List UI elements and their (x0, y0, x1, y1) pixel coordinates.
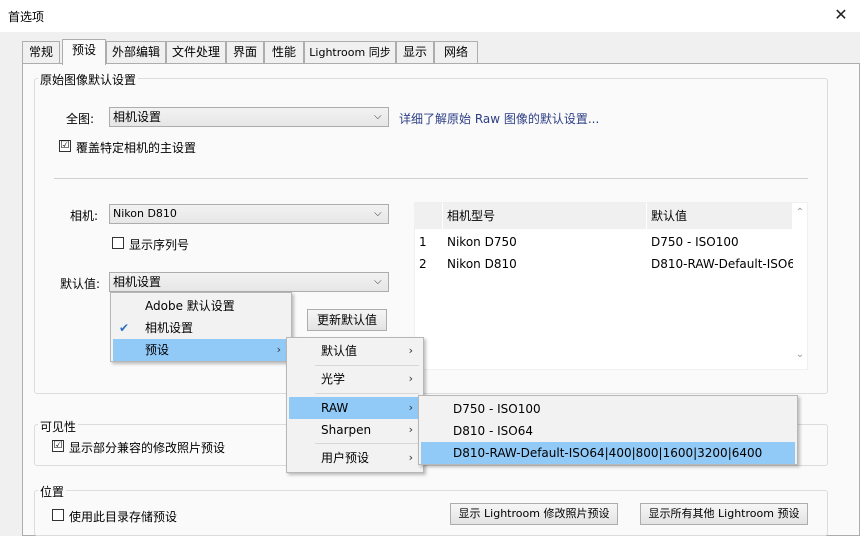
raw-preset-item[interactable]: D810 - ISO64 (421, 420, 795, 442)
visibility-group-label: 可见性 (38, 418, 79, 435)
partial-compat-label: 显示部分兼容的修改照片预设 (69, 441, 226, 455)
submenu-item-raw[interactable]: RAW › (289, 397, 421, 419)
chevron-right-icon: › (408, 401, 413, 414)
show-other-presets-button[interactable]: 显示所有其他 Lightroom 预设 (640, 503, 808, 525)
camera-label: 相机: (70, 209, 99, 223)
chevron-right-icon: › (408, 423, 413, 436)
presets-submenu: 默认值 › 光学 › RAW › Sharpen › 用户预设 › (286, 337, 424, 473)
chevron-right-icon: › (408, 451, 413, 464)
scroll-up-icon[interactable]: ⌃ (793, 207, 807, 218)
title-bar: 首选项 ✕ (0, 0, 860, 32)
update-defaults-button[interactable]: 更新默认值 (307, 309, 387, 331)
submenu-item-sharpen[interactable]: Sharpen › (289, 419, 421, 441)
tab-network[interactable]: 网络 (434, 41, 478, 63)
camera-dropdown[interactable]: Nikon D810 ⌵ (109, 204, 389, 224)
camera-defaults-table: 相机型号 默认值 1 Nikon D750 D750 - ISO100 2 Ni… (414, 202, 808, 370)
chevron-down-icon: ⌵ (374, 276, 382, 287)
store-with-catalog-checkbox[interactable] (52, 509, 64, 521)
checkmark-icon: ✔ (119, 321, 130, 335)
raw-submenu: D750 - ISO100 D810 - ISO64 D810-RAW-Defa… (418, 395, 798, 465)
menu-item-label: 相机设置 (145, 321, 194, 335)
global-label: 全图: (66, 112, 95, 126)
default-value-menu: Adobe 默认设置 ✔ 相机设置 预设 › (110, 292, 292, 362)
raw-preset-item[interactable]: D810-RAW-Default-ISO64|400|800|1600|3200… (421, 442, 795, 464)
menu-item-label: D810-RAW-Default-ISO64|400|800|1600|3200… (453, 446, 763, 460)
row-index: 2 (419, 257, 427, 271)
chevron-down-icon: ⌵ (374, 111, 382, 122)
menu-item-label: D810 - ISO64 (453, 424, 533, 438)
camera-dropdown-value: Nikon D810 (113, 207, 177, 220)
tab-performance[interactable]: 性能 (264, 41, 304, 63)
table-cell-default[interactable]: D810-RAW-Default-ISO64|400|800|1600|3200… (651, 253, 793, 275)
submenu-item-defaults[interactable]: 默认值 › (289, 340, 421, 362)
chevron-right-icon: › (408, 372, 413, 385)
partial-compat-checkbox[interactable]: ☑ (52, 440, 64, 452)
override-checkbox-label: 覆盖特定相机的主设置 (76, 141, 197, 155)
menu-item-label: Sharpen (321, 423, 372, 437)
menu-item-adobe-default[interactable]: Adobe 默认设置 (113, 295, 289, 317)
scroll-down-icon[interactable]: ⌄ (793, 349, 807, 360)
global-dropdown[interactable]: 相机设置 ⌵ (109, 107, 389, 127)
show-develop-presets-button[interactable]: 显示 Lightroom 修改照片预设 (450, 503, 618, 525)
menu-item-label: RAW (321, 401, 349, 415)
tab-file-handling[interactable]: 文件处理 (166, 41, 226, 63)
menu-item-label: 预设 (145, 343, 170, 357)
table-cell-default[interactable]: D750 - ISO100 (651, 231, 793, 253)
submenu-item-user-presets[interactable]: 用户预设 › (289, 447, 421, 469)
default-dropdown[interactable]: 相机设置 ⌵ (109, 272, 389, 292)
menu-item-label: D750 - ISO100 (453, 402, 541, 416)
window-title: 首选项 (8, 10, 45, 24)
menu-item-camera-settings[interactable]: ✔ 相机设置 (113, 317, 289, 339)
show-serial-checkbox[interactable] (112, 237, 124, 249)
learn-more-link[interactable]: 详细了解原始 Raw 图像的默认设置... (399, 110, 599, 127)
menu-separator (315, 393, 419, 394)
chevron-right-icon: › (276, 343, 281, 356)
column-header-default[interactable]: 默认值 (647, 203, 793, 229)
table-index-header (415, 203, 443, 229)
table-cell-model[interactable]: Nikon D750 (447, 231, 643, 253)
chevron-right-icon: › (408, 344, 413, 357)
tab-external-editing[interactable]: 外部编辑 (106, 41, 166, 63)
menu-item-presets[interactable]: 预设 › (113, 339, 289, 361)
submenu-item-optics[interactable]: 光学 › (289, 368, 421, 390)
tab-lightroom-sync[interactable]: Lightroom 同步 (304, 41, 396, 63)
show-serial-label: 显示序列号 (129, 238, 190, 252)
menu-item-label: 用户预设 (321, 451, 370, 465)
menu-item-label: Adobe 默认设置 (145, 299, 235, 313)
default-label: 默认值: (60, 277, 101, 291)
row-index: 1 (419, 235, 427, 249)
table-cell-model[interactable]: Nikon D810 (447, 253, 643, 275)
divider (54, 178, 808, 179)
tab-general[interactable]: 常规 (22, 41, 60, 63)
default-dropdown-value: 相机设置 (113, 275, 162, 289)
tab-interface[interactable]: 界面 (226, 41, 264, 63)
tab-presets[interactable]: 预设 (62, 39, 106, 65)
tab-display[interactable]: 显示 (396, 41, 434, 63)
location-group-label: 位置 (38, 483, 67, 500)
menu-separator (315, 365, 419, 366)
menu-item-label: 默认值 (321, 344, 358, 358)
raw-preset-item[interactable]: D750 - ISO100 (421, 398, 795, 420)
close-icon[interactable]: ✕ (830, 4, 852, 26)
store-with-catalog-label: 使用此目录存储预设 (69, 510, 178, 524)
raw-defaults-group-label: 原始图像默认设置 (38, 71, 139, 88)
override-checkbox[interactable]: ☑ (59, 140, 71, 152)
chevron-down-icon: ⌵ (374, 208, 382, 219)
column-header-model[interactable]: 相机型号 (443, 203, 647, 229)
global-dropdown-value: 相机设置 (113, 110, 162, 124)
menu-separator (315, 443, 419, 444)
menu-item-label: 光学 (321, 372, 346, 386)
